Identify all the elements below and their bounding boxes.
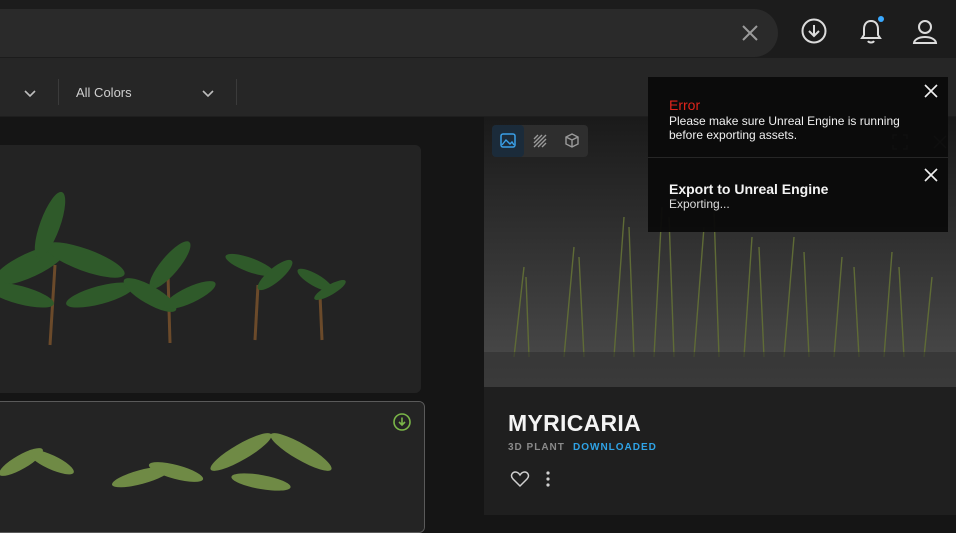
asset-card[interactable] [0,145,421,393]
asset-thumbnail [0,402,424,532]
filter-divider [58,79,59,105]
image-view-button[interactable] [492,125,524,157]
download-icon[interactable] [800,17,828,45]
close-icon[interactable] [923,83,939,99]
close-icon[interactable] [923,167,939,183]
texture-view-button[interactable] [524,125,556,157]
more-icon[interactable] [540,470,556,488]
chevron-down-icon[interactable] [22,85,38,101]
chevron-down-icon [202,90,214,98]
3d-view-icon [565,133,579,148]
heart-icon[interactable] [510,470,530,488]
toast-message: Please make sure Unreal Engine is runnin… [669,114,900,142]
asset-title: MYRICARIA [508,410,642,436]
search-input[interactable] [0,9,778,57]
downloaded-badge-icon[interactable] [392,412,412,432]
3d-view-button[interactable] [556,125,588,157]
asset-status-badge: DOWNLOADED [573,442,657,453]
texture-view-icon [533,134,547,148]
asset-thumbnail [0,145,421,393]
user-icon[interactable] [911,17,939,45]
asset-type: 3D PLANT [508,442,565,453]
image-view-icon [500,133,516,148]
color-filter-label: All Colors [76,85,132,100]
notification-dot [878,16,884,22]
toast-title: Export to Unreal Engine [669,181,829,197]
clear-icon[interactable] [738,21,762,45]
toast-title: Error [669,97,701,113]
toast-message: Exporting... [669,197,730,211]
asset-card[interactable] [0,401,425,533]
filter-divider [236,79,237,105]
